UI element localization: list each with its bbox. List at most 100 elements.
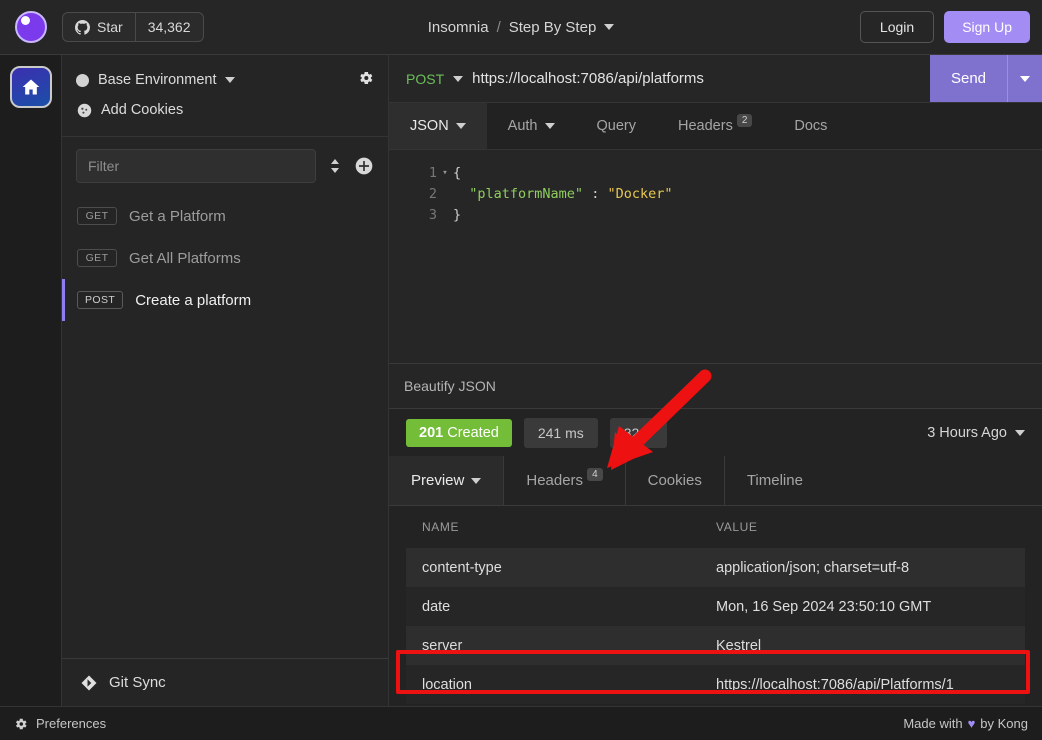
star-button-left[interactable]: Star xyxy=(63,13,135,41)
add-cookies-button[interactable]: Add Cookies xyxy=(76,95,374,125)
tab-docs[interactable]: Docs xyxy=(773,103,848,149)
git-sync-icon xyxy=(81,675,97,690)
tab-query[interactable]: Query xyxy=(576,103,658,149)
environment-label: Base Environment xyxy=(98,72,217,88)
header-value: https://localhost:7086/api/Platforms/1 xyxy=(716,676,954,693)
table-row[interactable]: location https://localhost:7086/api/Plat… xyxy=(406,665,1025,704)
tab-headers[interactable]: Headers 2 xyxy=(657,103,773,149)
status-text: Created xyxy=(447,424,499,441)
sidebar: Base Environment Add Cookies Filter GET … xyxy=(62,55,389,706)
breadcrumb-workspace[interactable]: Step By Step xyxy=(509,19,597,36)
left-rail xyxy=(0,55,62,706)
request-name: Create a platform xyxy=(135,291,252,309)
table-row[interactable]: date Mon, 16 Sep 2024 23:50:10 GMT xyxy=(406,587,1025,626)
fold-toggle-icon[interactable]: ▾ xyxy=(437,163,453,184)
table-row[interactable]: server Kestrel xyxy=(406,626,1025,665)
insomnia-app-window: Star 34,362 Insomnia / Step By Step Logi… xyxy=(0,0,1042,740)
star-count: 34,362 xyxy=(134,13,203,41)
code-line: 1 ▾ { xyxy=(389,163,1042,184)
filter-input[interactable] xyxy=(76,149,316,183)
topbar-actions: Login Sign Up xyxy=(859,11,1042,43)
response-size-chip: 32 B xyxy=(609,417,667,448)
tab-label: Query xyxy=(596,118,637,134)
filter-block xyxy=(62,137,388,195)
insomnia-logo-icon xyxy=(15,11,47,43)
preferences-label: Preferences xyxy=(36,716,107,731)
chevron-down-icon[interactable] xyxy=(604,24,615,30)
tab-label: Preview xyxy=(411,472,465,489)
request-tabs: JSON Auth Query Headers 2 Docs xyxy=(389,103,1042,150)
response-history-dropdown[interactable]: 3 Hours Ago xyxy=(927,425,1025,441)
request-list: GET Get a Platform GET Get All Platforms… xyxy=(62,195,388,658)
tab-label: Cookies xyxy=(647,472,702,489)
request-name: Get a Platform xyxy=(129,207,226,225)
preferences-button[interactable]: Preferences xyxy=(14,716,106,731)
environment-selector[interactable]: Base Environment xyxy=(76,65,374,95)
method-selector-label[interactable]: POST xyxy=(406,71,444,87)
git-sync-label: Git Sync xyxy=(109,674,166,691)
line-number: 2 xyxy=(428,186,437,202)
tab-label: JSON xyxy=(410,118,449,134)
response-time-chip: 241 ms xyxy=(523,417,598,448)
github-star-button[interactable]: Star 34,362 xyxy=(62,12,204,42)
cookie-icon xyxy=(77,103,92,117)
breadcrumb-app[interactable]: Insomnia xyxy=(428,19,489,36)
home-button[interactable] xyxy=(9,66,52,108)
send-label: Send xyxy=(950,70,987,87)
request-item-get-all-platforms[interactable]: GET Get All Platforms xyxy=(62,237,388,279)
star-label: Star xyxy=(97,19,123,35)
tab-label: Headers xyxy=(526,472,584,489)
header-name: date xyxy=(422,598,451,615)
tab-json[interactable]: JSON xyxy=(389,103,487,149)
chevron-down-icon xyxy=(1015,429,1025,436)
request-item-get-a-platform[interactable]: GET Get a Platform xyxy=(62,195,388,237)
url-text[interactable]: https://localhost:7086/api/platforms xyxy=(472,70,704,87)
table-row[interactable]: content-type application/json; charset=u… xyxy=(406,548,1025,587)
chevron-down-icon[interactable] xyxy=(225,77,236,83)
tab-badge: 2 xyxy=(736,113,753,127)
send-button[interactable]: Send xyxy=(930,55,1042,102)
tab-label: Docs xyxy=(794,118,828,134)
beautify-json-button[interactable]: Beautify JSON xyxy=(404,378,496,394)
signup-button[interactable]: Sign Up xyxy=(944,11,1030,43)
response-age-label: 3 Hours Ago xyxy=(927,424,1007,441)
workspace-settings-button[interactable] xyxy=(358,70,374,91)
response-tab-headers[interactable]: Headers 4 xyxy=(504,456,626,505)
breadcrumb-separator: / xyxy=(496,18,501,36)
response-tabs: Preview Headers 4 Cookies Timeline xyxy=(389,456,1042,506)
home-icon xyxy=(22,79,39,95)
response-tab-preview[interactable]: Preview xyxy=(389,456,505,505)
environment-block: Base Environment Add Cookies xyxy=(62,55,388,137)
column-header-value: VALUE xyxy=(716,520,758,534)
tab-auth[interactable]: Auth xyxy=(487,103,576,149)
request-body-editor[interactable]: 1 ▾ { 2 "platformName" : "Docker" 3 } xyxy=(389,150,1042,363)
chevron-down-icon xyxy=(1020,75,1030,82)
url-input-area[interactable]: POST https://localhost:7086/api/platform… xyxy=(389,55,930,102)
sort-button[interactable] xyxy=(328,157,342,175)
made-with-label: Made with xyxy=(903,716,963,731)
line-number: 3 xyxy=(428,207,437,223)
code-line: 2 "platformName" : "Docker" xyxy=(389,184,1042,205)
environment-dot-icon xyxy=(76,73,89,87)
git-sync-button[interactable]: Git Sync xyxy=(62,658,388,706)
login-button[interactable]: Login xyxy=(859,11,935,43)
chevron-down-icon[interactable] xyxy=(453,75,464,82)
status-badge: 201 Created xyxy=(406,418,512,447)
made-by-kong: Made with ♥ by Kong xyxy=(903,716,1028,731)
chevron-down-icon xyxy=(455,123,466,129)
response-headers-table: NAME VALUE content-type application/json… xyxy=(389,506,1042,706)
header-value: application/json; charset=utf-8 xyxy=(716,559,910,576)
status-bar: Preferences Made with ♥ by Kong xyxy=(0,706,1042,740)
request-item-create-a-platform[interactable]: POST Create a platform xyxy=(62,279,388,321)
tab-label: Headers xyxy=(678,118,733,134)
column-header-name: NAME xyxy=(422,520,460,534)
tab-label: Timeline xyxy=(746,472,803,489)
send-dropdown-button[interactable] xyxy=(1008,75,1042,82)
response-tab-cookies[interactable]: Cookies xyxy=(626,456,725,505)
add-request-button[interactable] xyxy=(354,156,374,176)
tab-label: Auth xyxy=(507,118,538,134)
response-tab-timeline[interactable]: Timeline xyxy=(725,456,825,505)
request-method-badge: POST xyxy=(77,291,124,309)
